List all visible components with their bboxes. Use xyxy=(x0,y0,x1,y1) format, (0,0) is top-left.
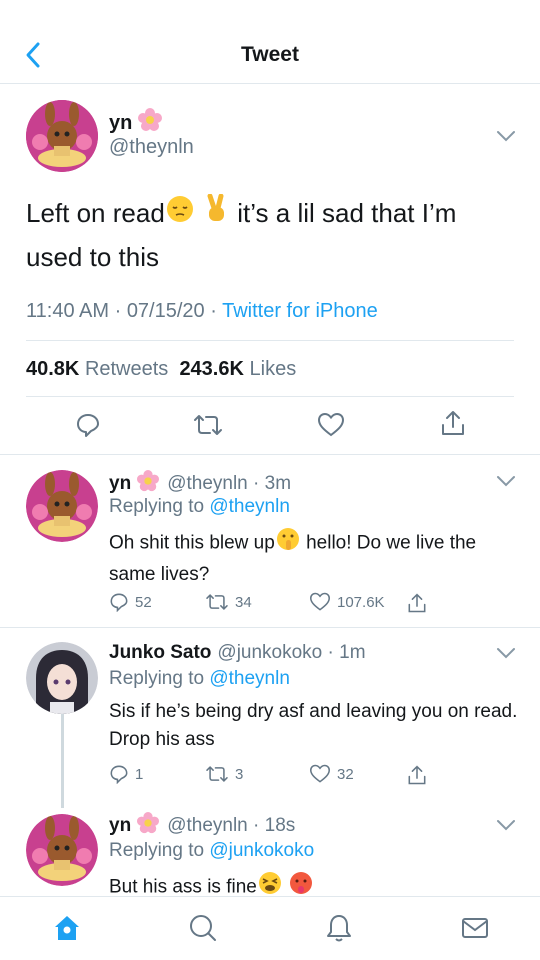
search-icon xyxy=(190,915,216,941)
retweet-button[interactable]: 34 xyxy=(205,592,252,612)
thread-connector-line xyxy=(61,714,64,808)
reply-icon xyxy=(77,414,99,437)
heart-icon xyxy=(317,412,345,437)
chevron-down-icon xyxy=(497,131,515,142)
reply-actions: 52 34 107.6K xyxy=(109,592,439,616)
heart-icon xyxy=(309,592,331,611)
author-handle[interactable]: @theynln xyxy=(109,136,194,159)
reply-tweet[interactable]: Junko Sato @junkokoko · 1m Replying to @… xyxy=(0,628,540,800)
pensive-face-emoji-icon xyxy=(165,194,195,236)
reply-icon xyxy=(110,765,128,784)
like-button[interactable]: 107.6K xyxy=(309,592,385,612)
flower-emoji-icon xyxy=(138,108,163,138)
divider xyxy=(26,340,514,341)
reply-text: But his ass is fine xyxy=(109,870,519,896)
chevron-down-icon xyxy=(497,476,515,487)
reply-icon xyxy=(110,593,128,612)
tab-home[interactable] xyxy=(50,911,84,945)
tweet-menu-button[interactable] xyxy=(496,646,516,660)
client-link[interactable]: Twitter for iPhone xyxy=(222,300,378,322)
reply-button[interactable] xyxy=(73,410,103,440)
like-button[interactable]: 32 xyxy=(309,764,354,784)
retweet-icon xyxy=(194,415,222,435)
reply-text: Sis if he’s being dry asf and leaving yo… xyxy=(109,701,518,750)
bottom-tab-bar xyxy=(0,896,540,960)
mail-icon xyxy=(462,918,488,938)
tab-messages[interactable] xyxy=(458,911,492,945)
tweet-stats: 40.8K Retweets 243.6K Likes xyxy=(26,358,296,381)
share-icon xyxy=(442,411,464,435)
avatar[interactable] xyxy=(26,642,98,714)
retweet-button[interactable]: 3 xyxy=(205,764,243,784)
share-icon xyxy=(408,765,426,785)
retweet-icon xyxy=(206,593,228,611)
share-button[interactable] xyxy=(438,408,468,438)
avatar[interactable] xyxy=(26,100,98,172)
bell-icon xyxy=(327,915,351,942)
tab-notifications[interactable] xyxy=(322,911,356,945)
chevron-down-icon xyxy=(497,820,515,831)
replying-to: Replying to @theynln xyxy=(109,668,290,689)
author-name[interactable]: yn xyxy=(109,108,163,138)
chevron-down-icon xyxy=(497,648,515,659)
home-icon xyxy=(55,916,79,940)
tweet-menu-button[interactable] xyxy=(496,818,516,832)
share-button[interactable] xyxy=(407,592,427,614)
flower-emoji-icon xyxy=(137,812,160,840)
tweet-meta: 11:40 AM · 07/15/20 · Twitter for iPhone xyxy=(26,300,378,322)
reply-text: Oh shit this blew up hello! Do we live t… xyxy=(109,526,519,589)
avatar[interactable] xyxy=(26,814,98,886)
shushing-face-emoji-icon xyxy=(275,526,301,561)
tweet-text: Left on read it’s a lil sad that I’m use… xyxy=(26,192,516,278)
main-tweet: yn @theynln Left on read it’s a lil sad … xyxy=(0,84,540,455)
tweet-menu-button[interactable] xyxy=(496,129,516,143)
retweet-button[interactable] xyxy=(193,410,223,440)
reply-tweet[interactable]: yn @theynln · 3m Replying to @theynln Oh… xyxy=(0,456,540,627)
reply-tweet[interactable]: yn @theynln · 18s Replying to @junkokoko… xyxy=(0,800,540,896)
page-title: Tweet xyxy=(241,43,299,66)
replying-to: Replying to @junkokoko xyxy=(109,840,315,861)
top-bar: Tweet xyxy=(0,0,540,84)
victory-hand-emoji-icon xyxy=(202,193,230,236)
reply-header: Junko Sato @junkokoko · 1m xyxy=(109,642,366,663)
flower-emoji-icon xyxy=(137,470,160,498)
retweet-icon xyxy=(206,765,228,783)
tweet-menu-button[interactable] xyxy=(496,474,516,488)
reply-button[interactable]: 52 xyxy=(109,592,152,612)
tab-search[interactable] xyxy=(186,911,220,945)
share-button[interactable] xyxy=(407,764,427,786)
reply-actions: 1 3 32 xyxy=(109,764,439,788)
reply-header: yn @theynln · 3m xyxy=(109,470,291,498)
reply-header: yn @theynln · 18s xyxy=(109,812,295,840)
tired-face-emoji-icon xyxy=(257,870,283,896)
tweet-actions xyxy=(0,406,540,446)
heart-icon xyxy=(309,764,331,783)
likes-stat[interactable]: 243.6K Likes xyxy=(179,358,296,380)
retweets-stat[interactable]: 40.8K Retweets xyxy=(26,358,168,380)
share-icon xyxy=(408,593,426,613)
like-button[interactable] xyxy=(316,410,346,440)
replying-to: Replying to @theynln xyxy=(109,496,290,517)
avatar[interactable] xyxy=(26,470,98,542)
hot-face-emoji-icon xyxy=(288,870,314,896)
reply-button[interactable]: 1 xyxy=(109,764,143,784)
divider xyxy=(26,396,514,397)
